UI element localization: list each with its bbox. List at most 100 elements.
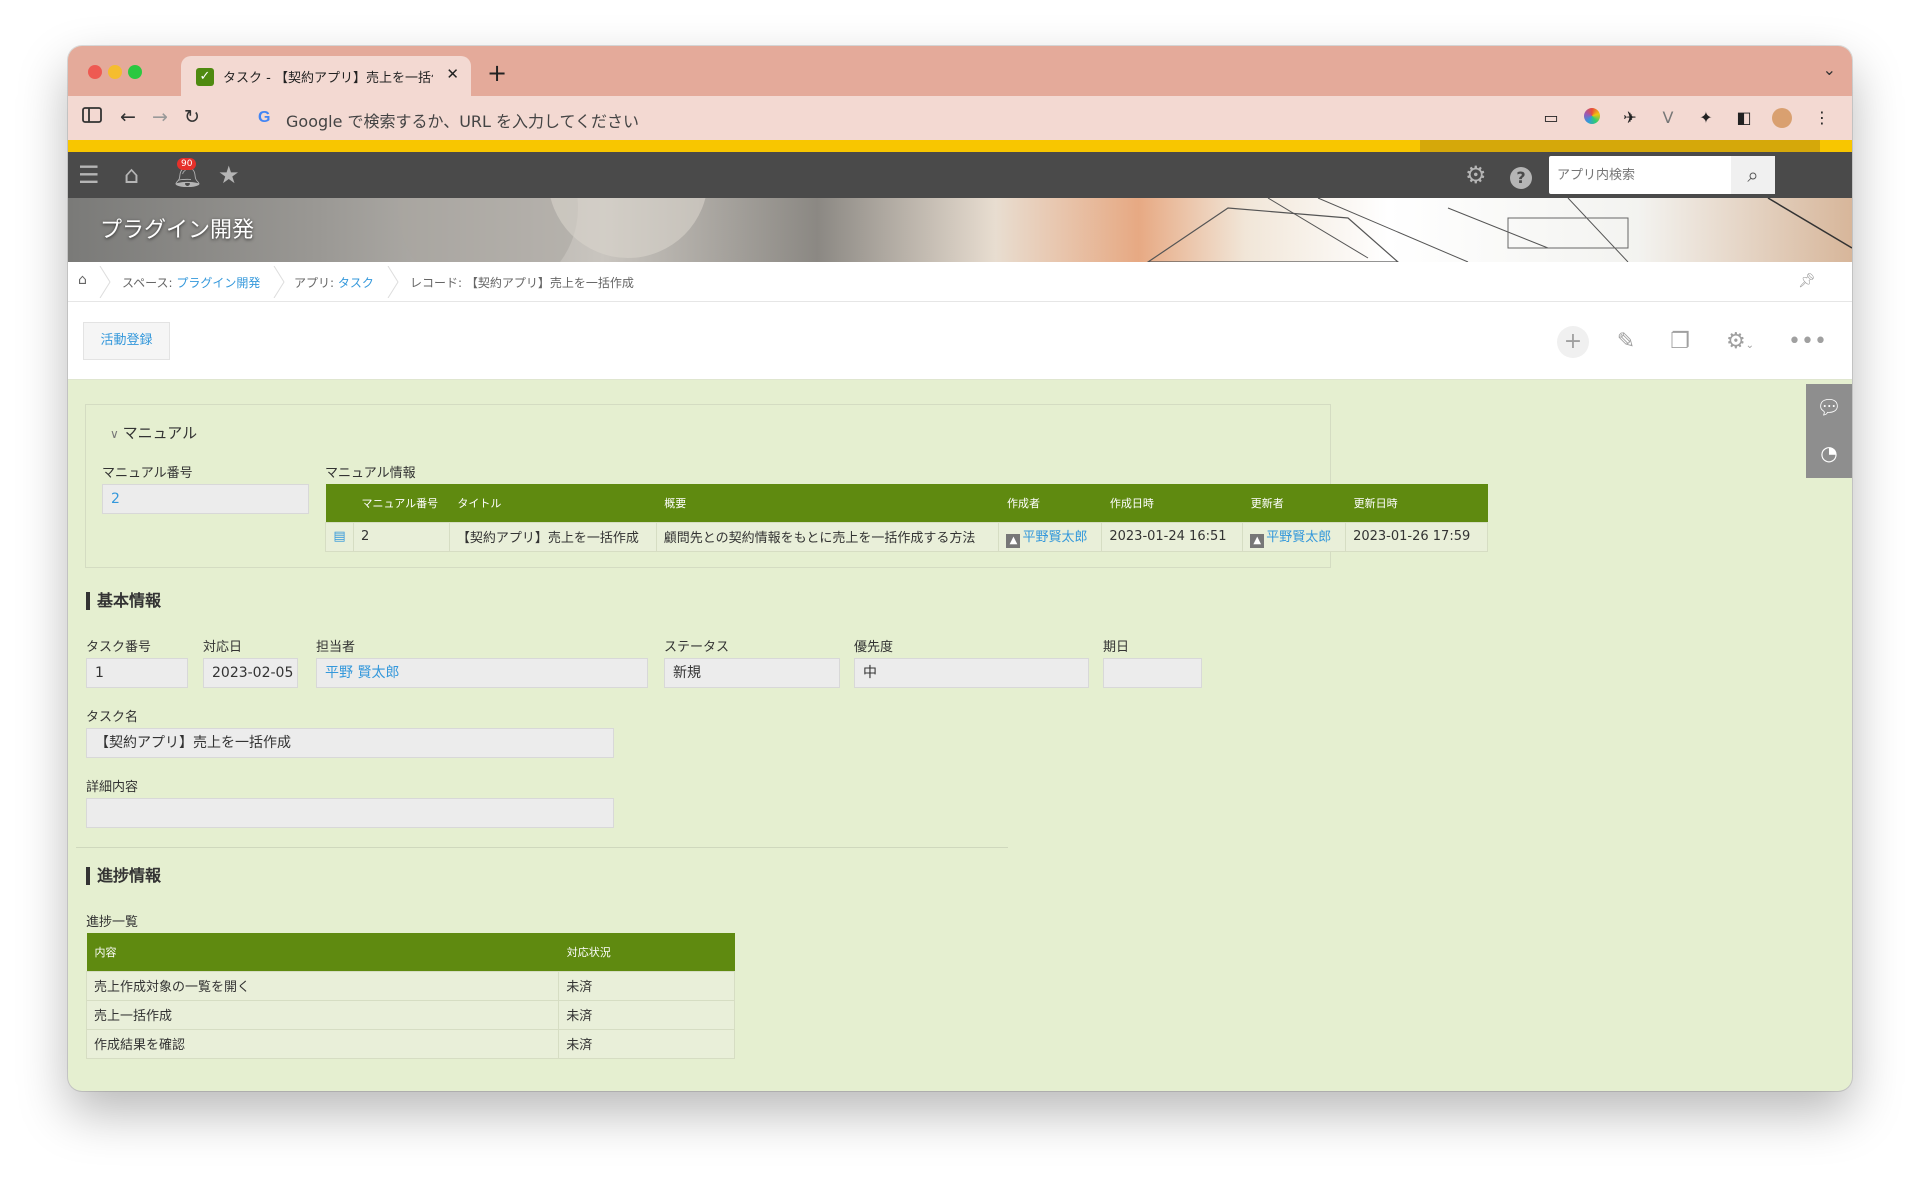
color-extension-icon[interactable]	[1582, 108, 1602, 128]
table-row: 売上一括作成 未済	[85, 999, 735, 1030]
breadcrumb-space: スペース: プラグイン開発	[122, 274, 260, 291]
table-cell: ▲ 平野賢太郎	[998, 521, 1103, 552]
activity-register-button[interactable]: 活動登録	[83, 322, 170, 360]
assignee-link[interactable]: 平野 賢太郎	[325, 665, 399, 681]
task-no-label: タスク番号	[86, 640, 152, 655]
reading-mode-icon[interactable]: ▭	[1541, 108, 1561, 128]
forward-icon[interactable]: →	[152, 106, 168, 128]
user-icon: ▲	[1250, 533, 1265, 548]
date-field: 2023-02-05	[203, 658, 298, 688]
profile-avatar[interactable]	[1772, 108, 1792, 128]
user-icon: ▲	[1006, 533, 1021, 548]
tab-strip: ✓ タスク - 【契約アプリ】売上を一括作成 ✕ + ⌄	[68, 46, 1852, 96]
due-label: 期日	[1103, 640, 1130, 655]
progress-table: 内容 対応状況 売上作成対象の一覧を開く 未済 売上一括作成 未済 作成結果を確…	[85, 933, 735, 1059]
new-tab-button[interactable]: +	[487, 59, 507, 87]
side-panel: 💬︎ ◔	[1806, 384, 1852, 478]
breadcrumb: ⌂ スペース: プラグイン開発 アプリ: タスク レコード: 【契約アプリ】売上…	[68, 262, 1852, 302]
table-header: 対応状況	[558, 933, 735, 971]
app-header: ☰ ⌂ 🔔︎ 90 ★ ⚙ ? ⌕	[68, 152, 1852, 198]
browser-window: ✓ タスク - 【契約アプリ】売上を一括作成 ✕ + ⌄ ← → ↻ G Goo…	[68, 46, 1852, 1091]
home-icon[interactable]: ⌂	[78, 272, 87, 288]
progress-section-title: 進捗情報	[86, 867, 161, 885]
detail-label: 詳細内容	[86, 780, 139, 795]
home-icon[interactable]: ⌂	[124, 162, 139, 188]
due-field	[1103, 658, 1202, 688]
maximize-window-button[interactable]	[128, 65, 142, 79]
pin-icon[interactable]: 📌︎	[1798, 273, 1816, 289]
task-name-label: タスク名	[86, 710, 139, 725]
table-row: 作成結果を確認 未済	[85, 1028, 735, 1059]
manual-info-table: マニュアル番号 タイトル 概要 作成者 作成日時 更新者 更新日時 ▤ 2 【契…	[325, 484, 1488, 552]
manual-info-label: マニュアル情報	[325, 466, 416, 481]
settings-dropdown-icon[interactable]: ⚙⌄	[1718, 326, 1762, 358]
search-input[interactable]	[1549, 156, 1733, 194]
table-cell: ▲ 平野賢太郎	[1242, 521, 1347, 552]
puzzle-icon[interactable]: ✦	[1696, 108, 1716, 128]
sidebar-icon[interactable]	[82, 106, 102, 128]
breadcrumb-app-prefix: アプリ:	[294, 276, 338, 290]
manual-no-link[interactable]: 2	[111, 491, 120, 507]
table-cell: 未済	[558, 999, 735, 1030]
browser-tab[interactable]: ✓ タスク - 【契約アプリ】売上を一括作成 ✕	[181, 56, 471, 96]
table-header: タイトル	[449, 484, 657, 522]
google-icon: G	[258, 109, 271, 126]
send-extension-icon[interactable]: ✈	[1620, 108, 1640, 128]
app-search: ⌕	[1549, 156, 1775, 194]
edit-icon[interactable]: ✎	[1610, 326, 1642, 358]
space-title: プラグイン開発	[100, 218, 255, 243]
priority-label: 優先度	[854, 640, 894, 655]
task-no-field: 1	[86, 658, 188, 688]
search-icon[interactable]: ⌕	[1731, 156, 1775, 194]
table-header: 作成者	[998, 484, 1102, 522]
creator-link[interactable]: 平野賢太郎	[1022, 530, 1087, 545]
more-vertical-icon[interactable]: ⋮	[1812, 108, 1832, 128]
status-label: ステータス	[664, 640, 730, 655]
help-icon[interactable]: ?	[1510, 162, 1532, 189]
table-row: ▤ 2 【契約アプリ】売上を一括作成 顧問先との契約情報をもとに売上を一括作成す…	[325, 521, 1488, 552]
document-icon[interactable]: ▤	[325, 521, 354, 552]
omnibox-input[interactable]: Google で検索するか、URL を入力してください	[286, 108, 639, 132]
date-label: 対応日	[203, 640, 243, 655]
comment-icon[interactable]: 💬︎	[1806, 384, 1852, 430]
browser-toolbar: ← → ↻ G Google で検索するか、URL を入力してください ▭ ✈ …	[68, 96, 1852, 140]
close-window-button[interactable]	[88, 65, 102, 79]
v-extension-icon[interactable]: V	[1658, 108, 1678, 128]
table-header-icon-col	[325, 484, 354, 522]
table-header: マニュアル番号	[353, 484, 450, 522]
minimize-window-button[interactable]	[108, 65, 122, 79]
history-icon[interactable]: ◔	[1806, 430, 1852, 476]
assignee-field: 平野 賢太郎	[316, 658, 648, 688]
section-divider	[76, 847, 1008, 848]
notification-badge: 90	[177, 158, 197, 170]
side-panel-icon[interactable]: ◧	[1734, 108, 1754, 128]
add-record-icon[interactable]: +	[1557, 326, 1589, 358]
close-icon[interactable]: ✕	[446, 65, 459, 83]
table-header: 更新日時	[1345, 484, 1488, 522]
group-title[interactable]: ∨ マニュアル	[110, 422, 197, 443]
table-cell: 売上作成対象の一覧を開く	[85, 970, 560, 1001]
reload-icon[interactable]: ↻	[184, 106, 200, 128]
gear-icon[interactable]: ⚙	[1465, 162, 1487, 188]
star-icon[interactable]: ★	[218, 162, 240, 188]
table-cell: 未済	[558, 970, 735, 1001]
detail-field	[86, 798, 614, 828]
breadcrumb-space-link[interactable]: プラグイン開発	[176, 276, 260, 290]
banner-artwork	[398, 198, 1852, 262]
basic-section-title: 基本情報	[86, 592, 161, 610]
table-header: 作成日時	[1101, 484, 1243, 522]
updater-link[interactable]: 平野賢太郎	[1266, 530, 1331, 545]
menu-icon[interactable]: ☰	[78, 162, 100, 188]
breadcrumb-separator	[273, 266, 285, 298]
chevron-down-icon[interactable]: ⌄	[1823, 60, 1836, 79]
more-options-icon[interactable]: •••	[1788, 326, 1827, 358]
table-cell: 2023-01-26 17:59	[1345, 521, 1488, 552]
back-icon[interactable]: ←	[120, 106, 136, 128]
table-header-row: 内容 対応状況	[86, 933, 735, 971]
assignee-label: 担当者	[316, 640, 356, 655]
record-action-bar: 活動登録 + ✎ ❐ ⚙⌄ •••	[68, 302, 1852, 380]
tab-title: タスク - 【契約アプリ】売上を一括作成	[223, 71, 433, 85]
breadcrumb-app-link[interactable]: タスク	[338, 276, 374, 290]
duplicate-icon[interactable]: ❐	[1664, 326, 1696, 358]
table-header: 内容	[86, 933, 559, 971]
